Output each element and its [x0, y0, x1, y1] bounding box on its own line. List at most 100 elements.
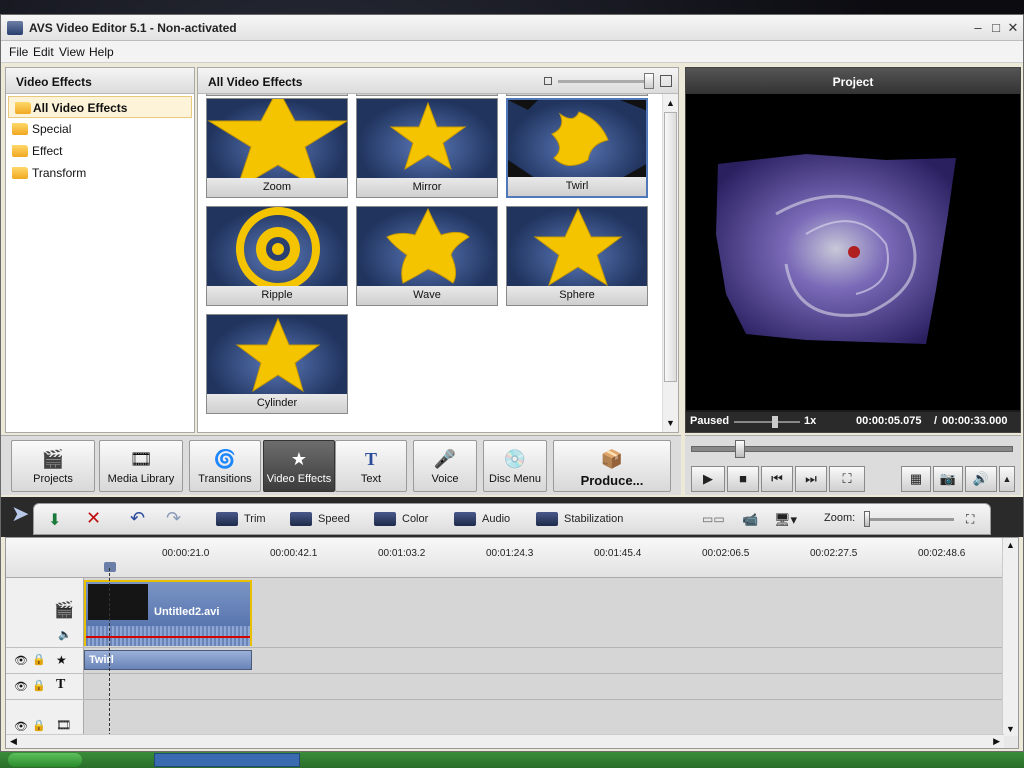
time-ruler[interactable]: 00:00:21.0 00:00:42.1 00:01:03.2 00:01:2…: [6, 538, 1006, 578]
lock-icon[interactable]: 🔒: [32, 719, 46, 732]
thumb-size-slider-handle[interactable]: [644, 73, 654, 89]
effect-tile-wave[interactable]: Wave: [356, 206, 498, 306]
microphone-icon: 🎤: [433, 449, 457, 469]
delete-icon[interactable]: ✕: [86, 508, 101, 529]
tree-item-label: Transform: [32, 166, 87, 180]
add-to-timeline-icon[interactable]: ⬇: [48, 510, 61, 530]
effect-tile-sphere[interactable]: Sphere: [506, 206, 648, 306]
track-headers: 🎬 🔈 👁 🔒 ★ 👁 🔒 T 👁 🔒 🎞: [6, 578, 84, 748]
media-library-button[interactable]: 🎞 Media Library: [99, 440, 183, 492]
zoom-slider-handle[interactable]: [864, 511, 870, 527]
video-effects-button[interactable]: ★ Video Effects: [263, 440, 335, 492]
timeline-vertical-scrollbar[interactable]: ▲ ▼: [1002, 538, 1018, 736]
gallery-scrollbar[interactable]: ▲ ▼: [662, 94, 678, 432]
close-icon[interactable]: ✕: [1004, 19, 1022, 37]
gallery-header: All Video Effects: [198, 68, 678, 94]
audio-tool[interactable]: Audio: [454, 512, 510, 526]
menu-help[interactable]: Help: [89, 45, 114, 59]
clip-name: Untitled2.avi: [154, 606, 220, 618]
speed-slider[interactable]: [734, 421, 800, 423]
trim-icon: [216, 512, 238, 526]
text-track[interactable]: [84, 674, 1004, 700]
time-separator: /: [934, 415, 938, 427]
minimize-icon[interactable]: –: [969, 19, 987, 37]
scroll-up-icon[interactable]: ▲: [666, 98, 675, 108]
audio-mute-icon[interactable]: 🔈: [58, 628, 72, 641]
transitions-button[interactable]: 🌀 Transitions: [189, 440, 261, 492]
maximize-icon[interactable]: □: [987, 19, 1005, 37]
effect-tile-zoom[interactable]: Zoom: [206, 98, 348, 198]
projects-button[interactable]: 🎬 Projects: [11, 440, 95, 492]
next-frame-button[interactable]: ⏭: [795, 466, 827, 492]
effect-tile-twirl[interactable]: Twirl: [506, 98, 648, 198]
color-tool[interactable]: Color: [374, 512, 428, 526]
disc-menu-button[interactable]: 💿 Disc Menu: [483, 440, 547, 492]
tree-item-transform[interactable]: Transform: [6, 162, 194, 184]
snapshot-button[interactable]: 📷: [933, 466, 963, 492]
volume-dropdown-icon[interactable]: ▲: [999, 466, 1015, 492]
clip-thumbnail: [88, 584, 148, 620]
large-thumb-icon[interactable]: [660, 75, 672, 87]
undo-icon[interactable]: ↶: [130, 508, 145, 529]
folder-icon: [12, 167, 28, 179]
audio-volume-line[interactable]: [86, 636, 250, 638]
fit-to-window-icon[interactable]: ⛶: [966, 512, 974, 527]
menu-view[interactable]: View: [59, 45, 85, 59]
video-track-header: 🎬 🔈: [6, 578, 84, 648]
speed-tool[interactable]: Speed: [290, 512, 350, 526]
previous-frame-button[interactable]: ⏮: [761, 466, 793, 492]
eye-icon[interactable]: 👁: [14, 720, 28, 733]
voice-button[interactable]: 🎤 Voice: [413, 440, 477, 492]
zoom-slider[interactable]: [864, 518, 954, 521]
lock-icon[interactable]: 🔒: [32, 679, 46, 692]
eye-icon[interactable]: 👁: [14, 680, 28, 693]
webcam-icon[interactable]: 📹: [742, 512, 758, 528]
stop-button[interactable]: ■: [727, 466, 759, 492]
scroll-right-icon[interactable]: ▶: [993, 736, 1000, 747]
tree-item-effect[interactable]: Effect: [6, 140, 194, 162]
overlay-track[interactable]: [84, 700, 1004, 736]
lock-icon[interactable]: 🔒: [32, 653, 46, 666]
start-button[interactable]: [8, 753, 82, 767]
redo-icon[interactable]: ↷: [166, 508, 181, 529]
effects-track[interactable]: Twirl: [84, 648, 1004, 674]
play-button[interactable]: ▶: [691, 466, 725, 492]
tree-item-special[interactable]: Special: [6, 118, 194, 140]
scroll-down-icon[interactable]: ▼: [1006, 724, 1015, 734]
split-screen-button[interactable]: ▦: [901, 466, 931, 492]
effects-track-icon: ★: [56, 653, 67, 667]
scroll-up-icon[interactable]: ▲: [1006, 540, 1015, 550]
taskbar-app-button[interactable]: [154, 753, 300, 767]
thumb-size-slider[interactable]: [558, 80, 648, 83]
stabilization-tool[interactable]: Stabilization: [536, 512, 623, 526]
eye-icon[interactable]: 👁: [14, 654, 28, 667]
monitor-dropdown-icon[interactable]: 🖥▾: [774, 512, 797, 528]
effect-thumbnail: [357, 99, 497, 179]
scrollbar-thumb[interactable]: [664, 112, 677, 382]
effect-tile-cylinder[interactable]: Cylinder: [206, 314, 348, 414]
scroll-left-icon[interactable]: ◀: [10, 736, 17, 747]
tick-label: 00:00:42.1: [270, 548, 318, 559]
text-label: Text: [360, 473, 382, 485]
tree-item-label: Special: [32, 122, 72, 136]
tree-item-all-video-effects[interactable]: All Video Effects: [8, 96, 192, 118]
scroll-down-icon[interactable]: ▼: [666, 418, 675, 428]
effect-tile-mirror[interactable]: Mirror: [356, 98, 498, 198]
preview-status-bar: Paused 1x 00:00:05.075 / 00:00:33.000: [686, 412, 1020, 432]
fullscreen-button[interactable]: ⛶: [829, 466, 865, 492]
small-thumb-icon[interactable]: [544, 77, 552, 85]
timeline-toolbar-area: ⬇ ✕ ↶ ↷ Trim Speed Color Audio Stabiliza…: [1, 497, 1023, 537]
produce-button[interactable]: 📦 Produce...: [553, 440, 671, 492]
video-track[interactable]: Untitled2.avi: [84, 578, 1004, 648]
text-button[interactable]: T Text: [335, 440, 407, 492]
seek-handle[interactable]: [735, 440, 745, 458]
effect-tile-ripple[interactable]: Ripple: [206, 206, 348, 306]
menu-edit[interactable]: Edit: [33, 45, 54, 59]
trim-tool[interactable]: Trim: [216, 512, 266, 526]
timeline-horizontal-scrollbar[interactable]: ◀ ▶: [6, 734, 1004, 748]
playhead-handle[interactable]: [104, 562, 116, 572]
volume-button[interactable]: 🔊: [965, 466, 997, 492]
storyboard-icon[interactable]: ▭▭: [702, 512, 725, 526]
menu-file[interactable]: File: [9, 45, 28, 59]
speed-slider-handle[interactable]: [772, 416, 778, 428]
